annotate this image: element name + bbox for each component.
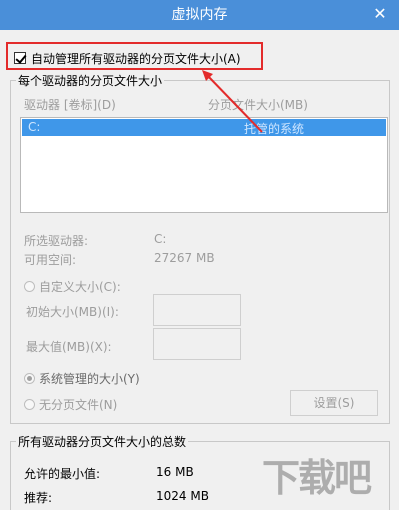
selected-drive-label: 所选驱动器: [24,234,89,248]
recommended-value: 1024 MB [156,489,209,503]
system-managed-radio[interactable] [24,373,35,384]
paging-group-title: 每个驱动器的分页文件大小 [16,72,165,89]
free-space-label: 可用空间: [24,253,77,267]
list-item-drive: C: [28,120,41,134]
initial-size-input[interactable] [153,294,241,326]
system-managed-label: 系统管理的大小(Y) [39,372,140,386]
watermark-logo: 下载吧 [262,456,372,500]
selected-drive-value: C: [154,232,167,246]
custom-size-label: 自定义大小(C): [39,280,121,294]
annotation-arrow [202,70,263,133]
no-paging-label: 无分页文件(N) [39,398,118,412]
title-bar: 虚拟内存 ✕ [0,0,399,30]
no-paging-option[interactable]: 无分页文件(N) [24,396,117,413]
window-title: 虚拟内存 [171,7,228,23]
set-button[interactable]: 设置(S) [290,390,378,416]
min-allowed-value: 16 MB [156,465,194,479]
recommended-label: 推荐: [24,491,53,505]
max-size-label: 最大值(MB)(X): [26,340,112,354]
free-space-value: 27267 MB [154,251,215,265]
min-allowed-label: 允许的最小值: [24,467,101,481]
system-managed-option[interactable]: 系统管理的大小(Y) [24,370,140,387]
col-drive-header: 驱动器 [卷标](D) [24,98,116,112]
close-icon[interactable]: ✕ [367,0,393,30]
total-group-title: 所有驱动器分页文件大小的总数 [16,433,189,450]
custom-size-option[interactable]: 自定义大小(C): [24,278,121,295]
custom-size-radio[interactable] [24,281,35,292]
max-size-input[interactable] [153,328,241,360]
initial-size-label: 初始大小(MB)(I): [26,305,119,319]
annotation-highlight-box [6,42,263,70]
no-paging-radio[interactable] [24,399,35,410]
